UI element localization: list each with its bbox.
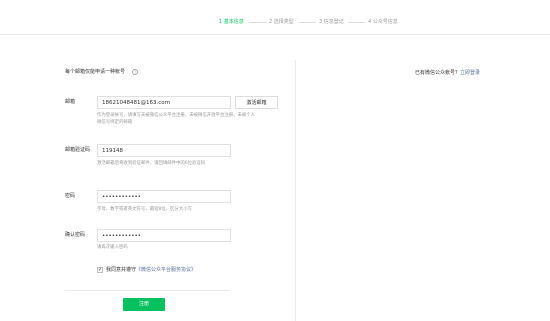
registration-page: 1 基本信息 2 选择类型 3 信息登记 4 公众号信息 每个邮箱仅能申请一种帐… xyxy=(0,0,550,321)
column-divider xyxy=(295,60,296,321)
form-notice: 每个邮箱仅能申请一种帐号 xyxy=(65,69,126,75)
step-divider xyxy=(348,22,365,23)
step-info-register: 3 信息登记 xyxy=(319,19,344,25)
step-divider xyxy=(299,22,316,23)
confirm-password-field[interactable] xyxy=(97,229,231,242)
header-divider xyxy=(0,34,550,35)
email-label: 邮箱 xyxy=(65,99,76,105)
step-choose-type: 2 选择类型 xyxy=(269,19,294,25)
password-field[interactable] xyxy=(97,190,231,203)
activate-email-button[interactable]: 激活邮箱 xyxy=(235,96,278,109)
email-field[interactable] xyxy=(97,96,231,109)
service-agreement-link[interactable]: 《微信公众平台服务协议》 xyxy=(136,267,196,273)
login-prompt-text: 已有微信公众帐号？ xyxy=(415,70,461,76)
step-basic-info: 1 基本信息 xyxy=(219,19,244,25)
login-prompt: 已有微信公众帐号？立即登录 xyxy=(415,69,480,77)
info-icon[interactable]: ? xyxy=(132,69,138,75)
email-hint: 作为登录帐号，请填写未被微信公众平台注册，未被微信开放平台注册，未被个人微信号绑… xyxy=(97,113,256,125)
code-label: 邮箱验证码 xyxy=(65,147,91,153)
agreement-checkbox[interactable]: ✓ xyxy=(97,266,103,273)
password-hint: 字母、数字或者英文符号，最短8位，区分大小写 xyxy=(97,207,192,212)
password-label: 密码 xyxy=(65,193,76,199)
agreement-row: ✓ 我同意并遵守《微信公众平台服务协议》 xyxy=(97,266,196,274)
step-account-info: 4 公众号信息 xyxy=(368,19,398,25)
register-button[interactable]: 注册 xyxy=(123,298,165,311)
step-divider xyxy=(249,22,266,23)
verification-code-field[interactable] xyxy=(97,144,231,157)
code-hint: 激活邮箱后将收到验证邮件，请回填邮件中的6位验证码 xyxy=(97,161,206,166)
confirm-password-label: 确认密码 xyxy=(65,232,86,238)
login-now-link[interactable]: 立即登录 xyxy=(460,70,480,76)
confirm-password-hint: 请再次输入密码 xyxy=(97,245,128,250)
agreement-text: 我同意并遵守 xyxy=(106,267,137,273)
progress-steps: 1 基本信息 2 选择类型 3 信息登记 4 公众号信息 xyxy=(0,18,550,28)
form-divider xyxy=(65,290,230,291)
